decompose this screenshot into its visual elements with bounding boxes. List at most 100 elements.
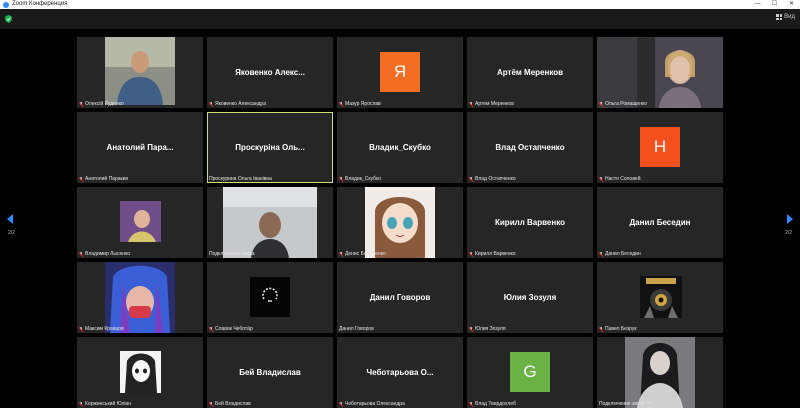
participant-video: [597, 37, 723, 108]
participant-display-name: Яковенко Алекс...: [235, 68, 305, 77]
participant-tile[interactable]: G Влад Твердохлеб: [467, 337, 593, 408]
participant-name-label: Влад Остапченко: [469, 176, 516, 182]
next-page-arrow-icon[interactable]: [787, 214, 793, 224]
participant-profile-picture: [120, 201, 161, 242]
participant-display-name: Кирилл Варвенко: [495, 218, 565, 227]
participant-tile[interactable]: Кирилл Варвенко Кирилл Варвенко: [467, 187, 593, 258]
participant-name: Подключение звука: [209, 251, 255, 257]
window-titlebar: Zoom Конференция — ☐ ✕: [0, 0, 800, 9]
participant-tile[interactable]: Анатолий Пара... Анатолий Паракин: [77, 112, 203, 183]
participant-name: Денис Балабенко: [345, 251, 386, 257]
participant-name-label: Настя Соловей: [599, 176, 641, 182]
muted-mic-icon: [79, 101, 83, 107]
participant-name-label: Кирилл Варвенко: [469, 251, 516, 257]
participant-profile-picture: [105, 262, 175, 333]
view-button-label: Вид: [784, 14, 795, 20]
participant-avatar: Я: [380, 52, 420, 92]
participant-name: Проскурина Ольга Іванівна: [209, 176, 272, 182]
grid-view-icon: [776, 14, 783, 20]
participant-tile[interactable]: Я Мазур Ярослав: [337, 37, 463, 108]
muted-mic-icon: [599, 176, 603, 182]
participant-display-name: Артём Меренков: [496, 68, 564, 77]
muted-mic-icon: [469, 176, 473, 182]
participant-tile[interactable]: Олексій Руденко: [77, 37, 203, 108]
participant-name: Ольга Ромащенко: [605, 101, 647, 107]
participant-name-label: Юлия Зозуля: [469, 326, 506, 332]
participant-tile[interactable]: Славик Чебота́р: [207, 262, 333, 333]
participant-name-label: Славик Чебота́р: [209, 326, 253, 332]
maximize-button[interactable]: ☐: [766, 0, 783, 9]
participant-name-label: Данил Говоров: [339, 326, 374, 332]
participant-name-label: Влад Твердохлеб: [469, 401, 516, 407]
window-title: Zoom Конференция: [12, 1, 68, 7]
participant-tile[interactable]: Чеботарьова О... Чеботарьова Олександра: [337, 337, 463, 408]
participant-name: Коржинський Юліан: [85, 401, 132, 407]
participant-name: Артем Меренков: [475, 101, 514, 107]
muted-mic-icon: [209, 101, 213, 107]
participant-name-label: Проскурина Ольга Іванівна: [209, 176, 272, 182]
participant-name: Анатолий Паракин: [85, 176, 129, 182]
participant-name: Бей Владислав: [215, 401, 251, 407]
participant-display-name: Проскуріна Оль...: [235, 143, 305, 152]
muted-mic-icon: [599, 101, 603, 107]
participant-name: Павел Безрук: [605, 326, 637, 332]
participant-tile[interactable]: Денис Балабенко: [337, 187, 463, 258]
participant-display-name: Владик_Скубко: [369, 143, 431, 152]
participant-tile[interactable]: Владимир Лысенко: [77, 187, 203, 258]
participant-tile[interactable]: Данил Беседин Данил Беседин: [597, 187, 723, 258]
participant-profile-picture: [120, 351, 161, 393]
page-indicator-right: 2/2: [785, 230, 792, 236]
participant-profile-picture: [250, 277, 290, 317]
participant-tile[interactable]: Яковенко Алекс... Яковенко Александра: [207, 37, 333, 108]
meeting-topbar: Вид: [0, 9, 800, 29]
participant-tile[interactable]: Максим Кравцов: [77, 262, 203, 333]
participant-name-label: Олексій Руденко: [79, 101, 124, 107]
participant-display-name: Данил Беседин: [629, 218, 691, 227]
participant-name-label: Павел Безрук: [599, 326, 637, 332]
security-shield-icon[interactable]: [5, 15, 12, 23]
participant-tile[interactable]: Ольга Ромащенко: [597, 37, 723, 108]
participant-tile[interactable]: Подключение звука: [207, 187, 333, 258]
participant-name: Влад Остапченко: [475, 176, 516, 182]
participant-display-name: Бей Владислав: [239, 368, 301, 377]
participant-tile[interactable]: Данил Говоров Данил Говоров: [337, 262, 463, 333]
participant-name: Юлия Зозуля: [475, 326, 506, 332]
participant-tile[interactable]: Владик_Скубко Владик_Скубко: [337, 112, 463, 183]
participant-name-label: Подключение звука: [209, 251, 255, 257]
muted-mic-icon: [339, 176, 343, 182]
participant-name: Чеботарьова Олександра: [345, 401, 405, 407]
participant-tile[interactable]: Бей Владислав Бей Владислав: [207, 337, 333, 408]
participant-tile[interactable]: Влад Остапченко Влад Остапченко: [467, 112, 593, 183]
participant-display-name: Влад Остапченко: [495, 143, 565, 152]
participant-tile[interactable]: Павел Безрук: [597, 262, 723, 333]
previous-page-arrow-icon[interactable]: [7, 214, 13, 224]
participant-name-label: Чеботарьова Олександра: [339, 401, 405, 407]
participant-tile[interactable]: Коржинський Юліан: [77, 337, 203, 408]
participant-tile[interactable]: Подключение звука ™: [597, 337, 723, 408]
close-button[interactable]: ✕: [783, 0, 800, 9]
participant-name: Максим Кравцов: [85, 326, 124, 332]
participant-name: Данил Беседин: [605, 251, 641, 257]
participant-video: [223, 187, 317, 258]
zoom-logo-icon: [3, 1, 9, 8]
participant-name-label: Ольга Ромащенко: [599, 101, 647, 107]
participant-name-label: Подключение звука ™: [599, 401, 651, 407]
participant-display-name: Юлия Зозуля: [503, 293, 557, 302]
participant-name-label: Бей Владислав: [209, 401, 251, 407]
view-button[interactable]: Вид: [776, 14, 795, 20]
participant-name-label: Артем Меренков: [469, 101, 514, 107]
muted-mic-icon: [599, 251, 603, 257]
minimize-button[interactable]: —: [749, 0, 766, 9]
participant-name: Яковенко Александра: [215, 101, 266, 107]
participant-name: Мазур Ярослав: [345, 101, 381, 107]
gallery-grid: Олексій Руденко Яковенко Алекс... Яковен…: [77, 37, 723, 408]
participant-tile[interactable]: Артём Меренков Артем Меренков: [467, 37, 593, 108]
muted-mic-icon: [339, 101, 343, 107]
participant-name-label: Яковенко Александра: [209, 101, 266, 107]
participant-name: Влад Твердохлеб: [475, 401, 516, 407]
participant-name-label: Мазур Ярослав: [339, 101, 381, 107]
participant-tile[interactable]: Юлия Зозуля Юлия Зозуля: [467, 262, 593, 333]
participant-tile[interactable]: H Настя Соловей: [597, 112, 723, 183]
active-speaker-tile[interactable]: Проскуріна Оль... Проскурина Ольга Івані…: [207, 112, 333, 183]
participant-name: Данил Говоров: [339, 326, 374, 332]
